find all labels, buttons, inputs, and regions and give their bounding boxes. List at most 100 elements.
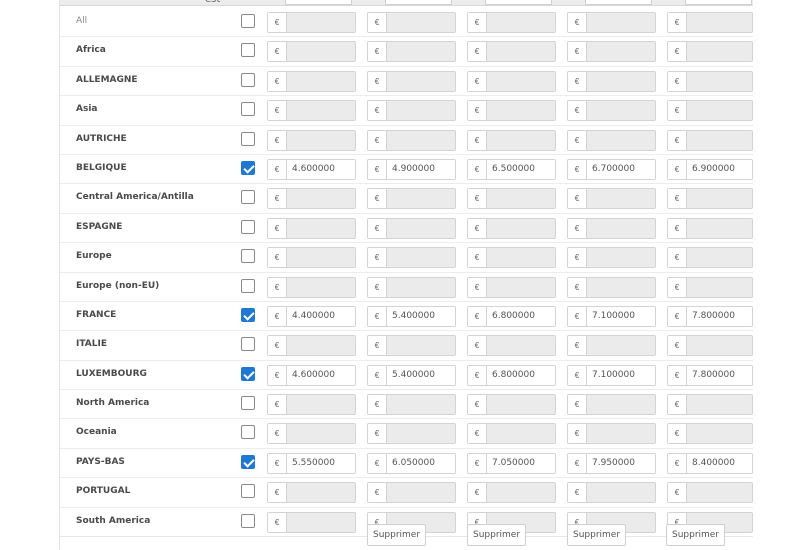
zone-checkbox[interactable] xyxy=(241,396,255,411)
price-input[interactable]: € xyxy=(367,100,456,122)
price-input[interactable]: € xyxy=(367,129,456,151)
price-input[interactable]: €6.900000 xyxy=(667,158,753,180)
price-value[interactable] xyxy=(387,483,455,503)
price-input[interactable]: € xyxy=(367,12,456,33)
price-value[interactable] xyxy=(587,336,655,356)
price-input[interactable]: €7.800000 xyxy=(667,364,753,386)
price-value[interactable] xyxy=(687,130,752,150)
price-value[interactable] xyxy=(687,218,752,238)
price-value[interactable]: 7.050000 xyxy=(487,453,555,473)
price-value[interactable]: 6.050000 xyxy=(387,453,455,473)
price-input[interactable]: € xyxy=(567,100,656,122)
price-input[interactable]: €4.900000 xyxy=(367,158,456,180)
price-input[interactable]: €8.400000 xyxy=(667,452,753,474)
price-input[interactable]: € xyxy=(467,482,556,504)
zone-checkbox[interactable] xyxy=(241,102,255,117)
price-value[interactable] xyxy=(687,483,752,503)
price-value[interactable] xyxy=(287,189,355,209)
price-value[interactable]: 6.500000 xyxy=(487,159,555,179)
price-value[interactable] xyxy=(487,395,555,415)
price-value[interactable]: 5.400000 xyxy=(387,365,455,385)
price-value[interactable] xyxy=(487,101,555,121)
price-input[interactable]: € xyxy=(467,12,556,33)
price-input[interactable]: € xyxy=(667,70,753,92)
price-input[interactable]: € xyxy=(667,482,753,504)
price-value[interactable] xyxy=(687,42,752,62)
price-input[interactable]: € xyxy=(267,394,356,416)
price-input[interactable]: € xyxy=(467,335,556,357)
price-input[interactable]: € xyxy=(467,70,556,92)
price-value[interactable]: 7.800000 xyxy=(687,306,752,326)
delete-range-button[interactable]: Supprimer xyxy=(666,524,726,546)
price-value[interactable] xyxy=(287,248,355,268)
zone-checkbox[interactable] xyxy=(241,72,255,87)
price-input[interactable]: € xyxy=(667,335,753,357)
price-input[interactable]: € xyxy=(567,217,656,239)
price-value[interactable] xyxy=(387,218,455,238)
zone-checkbox[interactable] xyxy=(241,425,255,440)
price-value[interactable] xyxy=(687,13,752,32)
zone-checkbox[interactable] xyxy=(241,337,255,352)
price-input[interactable]: € xyxy=(567,41,656,63)
price-input[interactable]: € xyxy=(667,423,753,445)
price-value[interactable] xyxy=(687,248,752,268)
price-input[interactable]: €6.050000 xyxy=(367,452,456,474)
price-input[interactable]: € xyxy=(467,41,556,63)
price-value[interactable] xyxy=(387,71,455,91)
price-input[interactable]: € xyxy=(567,423,656,445)
price-value[interactable] xyxy=(287,13,355,32)
price-input[interactable]: € xyxy=(367,41,456,63)
price-input[interactable]: €7.950000 xyxy=(567,452,656,474)
zone-checkbox[interactable] xyxy=(241,190,255,205)
price-value[interactable] xyxy=(487,71,555,91)
price-value[interactable] xyxy=(387,424,455,444)
price-value[interactable]: 6.800000 xyxy=(487,365,555,385)
price-value[interactable] xyxy=(587,248,655,268)
price-value[interactable] xyxy=(387,277,455,297)
price-value[interactable] xyxy=(487,218,555,238)
zone-checkbox[interactable] xyxy=(241,219,255,234)
price-value[interactable] xyxy=(287,277,355,297)
zone-checkbox[interactable] xyxy=(241,454,255,469)
price-value[interactable] xyxy=(487,336,555,356)
price-input[interactable]: € xyxy=(567,276,656,298)
price-value[interactable] xyxy=(587,189,655,209)
price-value[interactable] xyxy=(287,130,355,150)
zone-checkbox[interactable] xyxy=(241,160,255,175)
price-input[interactable]: € xyxy=(667,41,753,63)
price-input[interactable]: € xyxy=(667,129,753,151)
price-input[interactable]: € xyxy=(567,394,656,416)
price-input[interactable]: € xyxy=(467,276,556,298)
price-value[interactable] xyxy=(687,189,752,209)
price-input[interactable]: € xyxy=(267,129,356,151)
price-value[interactable] xyxy=(687,101,752,121)
price-input[interactable]: € xyxy=(267,188,356,210)
zone-checkbox[interactable] xyxy=(241,484,255,499)
price-input[interactable]: € xyxy=(267,335,356,357)
price-input[interactable]: € xyxy=(667,217,753,239)
price-input[interactable]: € xyxy=(367,482,456,504)
price-value[interactable] xyxy=(487,42,555,62)
price-input[interactable]: €7.100000 xyxy=(567,305,656,327)
zone-checkbox[interactable] xyxy=(241,307,255,322)
price-input[interactable]: € xyxy=(467,217,556,239)
price-value[interactable] xyxy=(587,277,655,297)
price-input[interactable]: € xyxy=(667,276,753,298)
price-value[interactable] xyxy=(487,277,555,297)
price-input[interactable]: € xyxy=(467,423,556,445)
price-value[interactable] xyxy=(587,483,655,503)
price-value[interactable] xyxy=(587,13,655,32)
price-value[interactable]: 4.900000 xyxy=(387,159,455,179)
price-input[interactable]: € xyxy=(267,12,356,33)
price-value[interactable] xyxy=(487,424,555,444)
price-input[interactable]: € xyxy=(567,335,656,357)
price-input[interactable]: €5.400000 xyxy=(367,305,456,327)
price-value[interactable]: 6.700000 xyxy=(587,159,655,179)
price-value[interactable] xyxy=(287,395,355,415)
price-input[interactable]: € xyxy=(367,276,456,298)
price-input[interactable]: € xyxy=(367,247,456,269)
price-value[interactable] xyxy=(487,130,555,150)
price-input[interactable]: €7.800000 xyxy=(667,305,753,327)
price-input[interactable]: € xyxy=(267,217,356,239)
price-value[interactable] xyxy=(287,424,355,444)
